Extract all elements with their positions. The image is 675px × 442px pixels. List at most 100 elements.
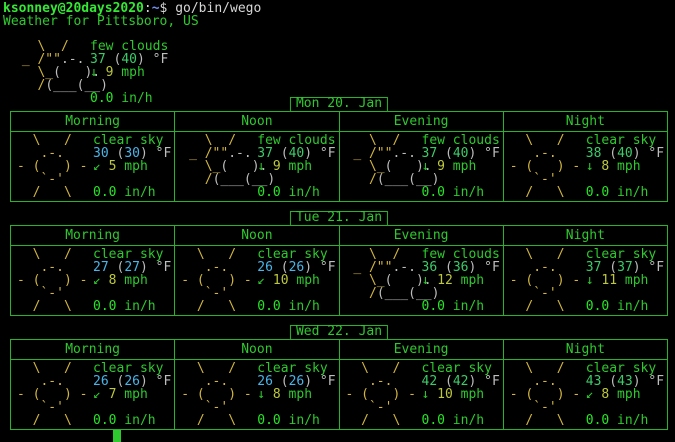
precipitation-unit: in/h (281, 299, 320, 314)
wind-speed-value: 8 (273, 387, 281, 402)
wind-unit: mph (609, 387, 640, 402)
forecast-cell: \ / .-. - ( ) - `-' / \clear sky26 (26) … (175, 360, 339, 429)
wind-unit: mph (116, 273, 147, 288)
precipitation-value: 0.0 (90, 91, 113, 103)
day-forecast-block: Tue 21. Jan MorningNoonEveningNight \ / … (10, 225, 668, 316)
forecast-cell: \ / .-. - ( ) - `-' / \clear sky43 (43) … (504, 360, 667, 429)
day-table-header: MorningNoonEveningNight (11, 340, 667, 360)
column-header-morning: Morning (11, 340, 175, 359)
forecast-cell-text: clear sky30 (30) °F↙ 5 mph 0.0 in/h (93, 134, 171, 201)
forecast-cell: \ / .-. - ( ) - `-' / \clear sky27 (27) … (11, 246, 175, 315)
forecast-cell: \ / .-. - ( ) - `-' / \clear sky42 (42) … (340, 360, 504, 429)
column-header-noon: Noon (175, 340, 339, 359)
day-table-header: MorningNoonEveningNight (11, 112, 667, 132)
precipitation-unit: in/h (609, 413, 648, 428)
temperature-unit: °F (484, 260, 500, 275)
forecast-cell-text: few clouds36 (36) °F↓ 12 mph 0.0 in/h (422, 248, 500, 315)
forecast-cell-text: clear sky27 (27) °F↙ 8 mph 0.0 in/h (93, 248, 171, 315)
forecast-cell-text: clear sky38 (40) °F↓ 8 mph 0.0 in/h (586, 134, 664, 201)
temperature-unit: °F (320, 260, 336, 275)
column-header-morning: Morning (11, 226, 175, 245)
weather-location-title: Weather for Pittsboro, US (3, 15, 675, 28)
temperature-unit: °F (648, 146, 664, 161)
forecast-cell: \ / .-. - ( ) - `-' / \clear sky30 (30) … (11, 132, 175, 201)
column-header-noon: Noon (175, 226, 339, 245)
clear-sky-sun-icon: \ / .-. - ( ) - `-' / \ (17, 134, 93, 201)
sun-behind-cloud-icon: \ / _ /"".-. \_( ). /(___(__) (346, 248, 422, 315)
forecast-cell-text: clear sky26 (26) °F↙ 7 mph 0.0 in/h (93, 362, 171, 429)
temperature-unit: °F (320, 374, 336, 389)
precipitation-unit: in/h (116, 185, 155, 200)
wind-speed-value: 10 (273, 273, 289, 288)
column-header-night: Night (504, 340, 667, 359)
temperature-unit: °F (484, 374, 500, 389)
temperature-unit: °F (156, 146, 172, 161)
temperature-unit: °F (320, 146, 336, 161)
wind-unit: mph (289, 273, 320, 288)
day-table-cells: \ / .-. - ( ) - `-' / \clear sky30 (30) … (11, 132, 667, 201)
day-forecast-block: Wed 22. Jan MorningNoonEveningNight \ / … (10, 339, 668, 430)
precipitation-value: 0.0 (422, 185, 445, 200)
wind-speed-value: 10 (437, 387, 453, 402)
temperature-unit: °F (153, 52, 169, 67)
clear-sky-sun-icon: \ / .-. - ( ) - `-' / \ (17, 248, 93, 315)
wind-speed-value: 11 (601, 273, 617, 288)
forecast-cell: \ / _ /"".-. \_( ). /(___(__) few clouds… (8, 38, 675, 103)
precipitation-value: 0.0 (586, 413, 609, 428)
clear-sky-sun-icon: \ / .-. - ( ) - `-' / \ (346, 362, 422, 429)
precipitation-unit: in/h (116, 299, 155, 314)
precipitation-unit: in/h (281, 413, 320, 428)
sun-behind-cloud-icon: \ / _ /"".-. \_( ). /(___(__) (346, 134, 422, 201)
column-header-night: Night (504, 226, 667, 245)
forecast-cell-text: clear sky26 (26) °F↙ 10 mph 0.0 in/h (257, 248, 335, 315)
forecast-cell: \ / _ /"".-. \_( ). /(___(__) few clouds… (340, 246, 504, 315)
precipitation-unit: in/h (281, 185, 320, 200)
wind-unit: mph (281, 387, 312, 402)
column-header-noon: Noon (175, 112, 339, 131)
precipitation-unit: in/h (116, 413, 155, 428)
precipitation-value: 0.0 (93, 299, 116, 314)
clear-sky-sun-icon: \ / .-. - ( ) - `-' / \ (17, 362, 93, 429)
wind-unit: mph (453, 387, 484, 402)
precipitation-value: 0.0 (93, 185, 116, 200)
temperature-unit: °F (648, 374, 664, 389)
day-forecast-block: Mon 20. Jan MorningNoonEveningNight \ / … (10, 111, 668, 202)
wind-unit: mph (116, 159, 147, 174)
clear-sky-sun-icon: \ / .-. - ( ) - `-' / \ (510, 248, 586, 315)
precipitation-unit: in/h (445, 299, 484, 314)
terminal-window[interactable]: ksonney@20days2020:~$ go/bin/wego Weathe… (0, 0, 675, 434)
precipitation-value: 0.0 (586, 299, 609, 314)
precipitation-value: 0.0 (422, 413, 445, 428)
wind-unit: mph (113, 65, 144, 80)
temperature-unit: °F (156, 374, 172, 389)
clear-sky-sun-icon: \ / .-. - ( ) - `-' / \ (181, 248, 257, 315)
day-label: Wed 22. Jan (290, 325, 388, 340)
day-table: MorningNoonEveningNight \ / .-. - ( ) - … (10, 111, 668, 202)
wind-unit: mph (617, 273, 648, 288)
sun-behind-cloud-icon: \ / _ /"".-. \_( ). /(___(__) (181, 134, 257, 201)
clear-sky-sun-icon: \ / .-. - ( ) - `-' / \ (181, 362, 257, 429)
forecast-cell: \ / .-. - ( ) - `-' / \clear sky37 (37) … (504, 246, 667, 315)
precipitation-value: 0.0 (422, 299, 445, 314)
forecast-cell-text: few clouds37 (40) °F↓ 9 mph 0.0 in/h (90, 40, 168, 103)
day-table-cells: \ / .-. - ( ) - `-' / \clear sky26 (26) … (11, 360, 667, 429)
precipitation-value: 0.0 (93, 413, 116, 428)
day-label: Mon 20. Jan (290, 97, 388, 112)
temperature-unit: °F (484, 146, 500, 161)
terminal-cursor (113, 430, 121, 442)
precipitation-value: 0.0 (257, 299, 280, 314)
forecast-cell-text: few clouds37 (40) °F↓ 9 mph 0.0 in/h (257, 134, 335, 201)
sun-behind-cloud-icon: \ / _ /"".-. \_( ). /(___(__) (14, 40, 90, 103)
forecast-cell-text: clear sky42 (42) °F↓ 10 mph 0.0 in/h (422, 362, 500, 429)
wind-speed-value: 9 (437, 159, 445, 174)
column-header-morning: Morning (11, 112, 175, 131)
wind-speed-value: 9 (273, 159, 281, 174)
precipitation-unit: in/h (445, 185, 484, 200)
day-table: MorningNoonEveningNight \ / .-. - ( ) - … (10, 225, 668, 316)
day-label: Tue 21. Jan (290, 211, 388, 226)
wind-unit: mph (453, 273, 484, 288)
precipitation-value: 0.0 (257, 185, 280, 200)
column-header-evening: Evening (340, 226, 504, 245)
forecast-days: Mon 20. Jan MorningNoonEveningNight \ / … (3, 111, 675, 430)
forecast-cell-text: clear sky43 (43) °F↙ 8 mph 0.0 in/h (586, 362, 664, 429)
